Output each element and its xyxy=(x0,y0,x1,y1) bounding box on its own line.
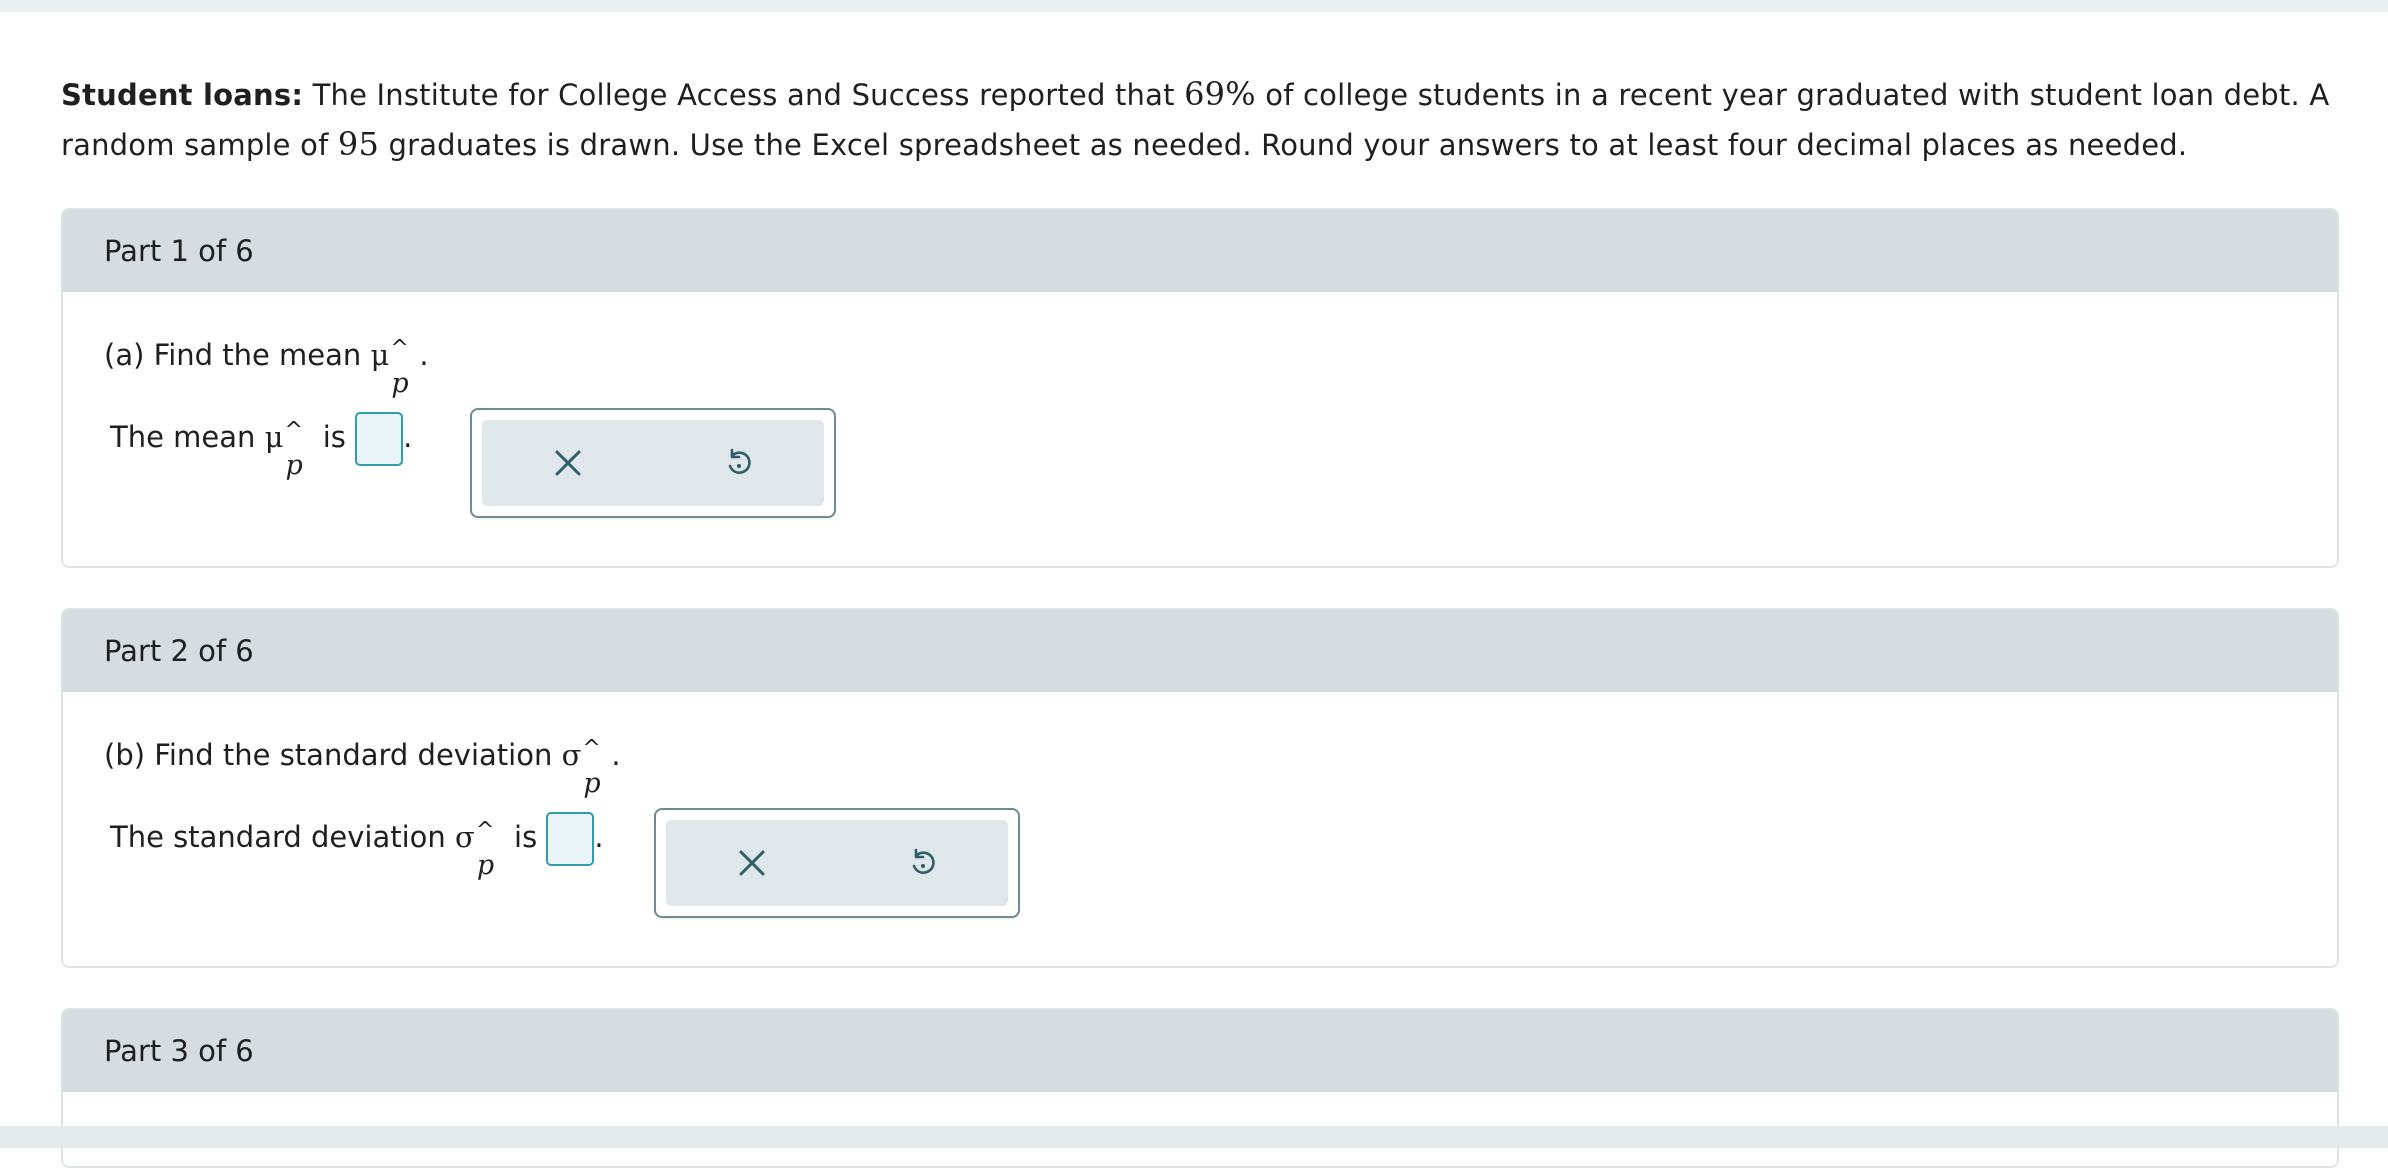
problem-text-1: The Institute for College Access and Suc… xyxy=(303,78,1185,112)
sigma-p-hat-symbol: σ ^ p xyxy=(561,736,601,799)
clear-button[interactable] xyxy=(666,820,837,906)
problem-title: Student loans: xyxy=(61,78,304,112)
part-1-card: Part 1 of 6 (a) Find the mean μ ^ p. The m… xyxy=(61,208,2339,568)
part-1-tool-panel xyxy=(470,408,836,518)
part-2-answer-line: The standard deviation σ ^ p is . xyxy=(110,812,604,881)
part-2-answer-text: The standard deviation xyxy=(110,820,456,854)
top-strip xyxy=(0,0,2388,12)
part-2-tool-bar xyxy=(666,820,1008,906)
reset-button[interactable] xyxy=(653,420,824,506)
mu-symbol: μ xyxy=(264,420,284,454)
subscript-p: p xyxy=(476,850,495,881)
sigma-p-hat-symbol: σ ^ p xyxy=(455,818,494,881)
std-dev-answer-input[interactable] xyxy=(546,812,595,866)
part-1-question-text: (a) Find the mean xyxy=(104,338,371,372)
hat-icon: ^ xyxy=(475,818,495,843)
subscript-p: p xyxy=(391,368,409,399)
part-1-header: Part 1 of 6 xyxy=(63,210,2337,292)
subscript-p: p xyxy=(583,768,601,799)
part-2-question-text: (b) Find the standard deviation xyxy=(104,738,562,772)
mu-symbol: μ xyxy=(370,338,390,372)
sigma-symbol: σ xyxy=(455,820,475,854)
part-1-question-period: . xyxy=(419,338,429,372)
part-1-tool-bar xyxy=(482,420,824,506)
problem-statement: Student loans: The Institute for College… xyxy=(61,70,2331,170)
part-3-header: Part 3 of 6 xyxy=(63,1010,2337,1092)
part-1-answer-period: . xyxy=(403,420,413,454)
mu-p-hat-symbol: μ ^ p xyxy=(370,336,409,399)
hat-icon: ^ xyxy=(582,736,601,761)
subscript-p: p xyxy=(285,450,303,481)
hat-icon: ^ xyxy=(284,418,303,443)
problem-sample-size: 95 xyxy=(337,125,380,163)
mu-p-hat-symbol: μ ^ p xyxy=(264,418,303,481)
clear-button[interactable] xyxy=(482,420,653,506)
part-2-card: Part 2 of 6 (b) Find the standard deviat… xyxy=(61,608,2339,968)
problem-text-3: graduates is drawn. Use the Excel spread… xyxy=(379,128,2188,162)
part-2-question: (b) Find the standard deviation σ ^ p. xyxy=(104,736,621,799)
problem-percent: 69% xyxy=(1184,75,1256,113)
part-2-answer-is: is xyxy=(504,820,547,854)
bottom-strip xyxy=(0,1126,2388,1148)
close-icon xyxy=(739,850,764,876)
part-2-answer-period: . xyxy=(594,820,604,854)
part-1-answer-text: The mean xyxy=(110,420,265,454)
part-1-answer-line: The mean μ ^ p is . xyxy=(110,412,413,481)
part-1-answer-is: is xyxy=(313,420,356,454)
part-1-question: (a) Find the mean μ ^ p. xyxy=(104,336,429,399)
part-2-header: Part 2 of 6 xyxy=(63,610,2337,692)
reset-button[interactable] xyxy=(837,820,1008,906)
close-icon xyxy=(555,450,580,476)
undo-icon xyxy=(728,448,751,474)
part-2-question-period: . xyxy=(611,738,621,772)
hat-icon: ^ xyxy=(390,336,409,361)
part-2-tool-panel xyxy=(654,808,1020,918)
sigma-symbol: σ xyxy=(561,738,582,772)
mean-answer-input[interactable] xyxy=(355,412,404,466)
undo-icon xyxy=(912,848,935,874)
